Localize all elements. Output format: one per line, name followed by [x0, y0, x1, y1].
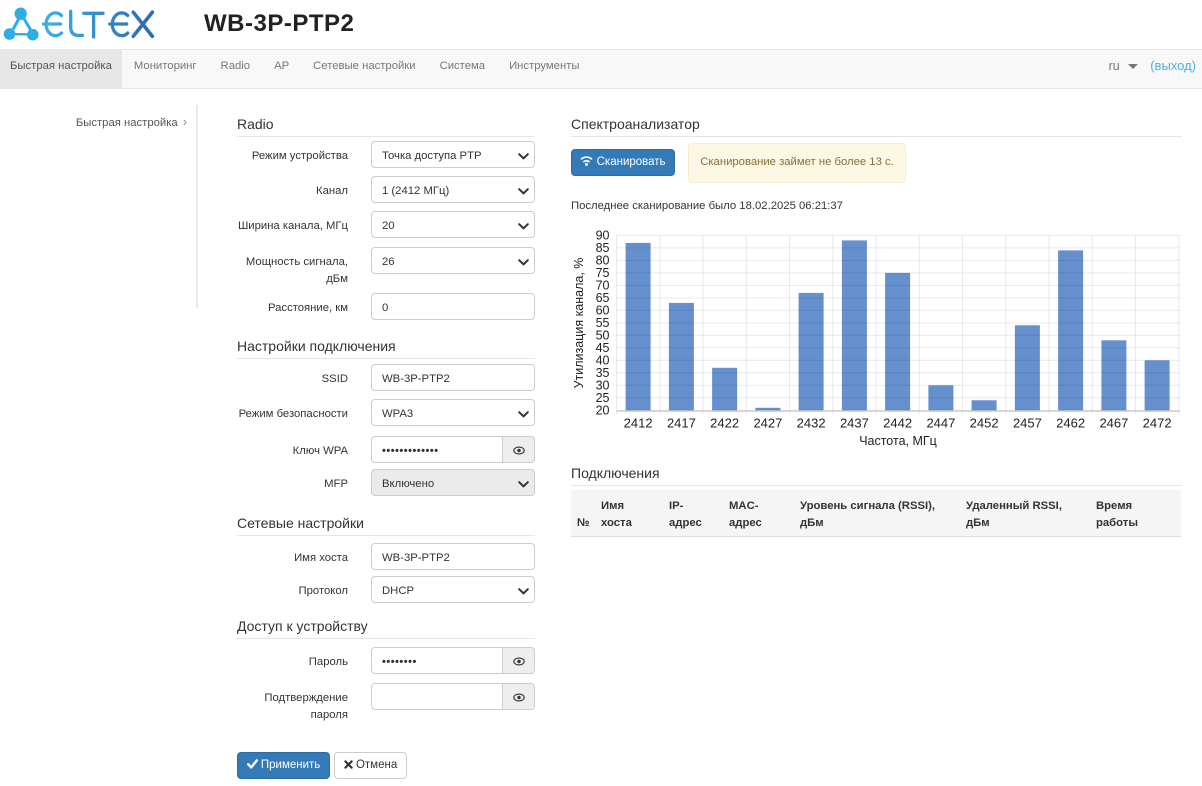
svg-text:2472: 2472 [1143, 415, 1172, 430]
svg-text:2427: 2427 [753, 415, 782, 430]
svg-text:2412: 2412 [624, 415, 653, 430]
svg-text:80: 80 [596, 254, 610, 268]
svg-text:2437: 2437 [840, 415, 869, 430]
svg-text:2447: 2447 [926, 415, 955, 430]
svg-text:70: 70 [596, 279, 610, 293]
svg-text:20: 20 [596, 404, 610, 418]
svg-text:2457: 2457 [1013, 415, 1042, 430]
svg-text:75: 75 [596, 266, 610, 280]
svg-text:Утилизация канала, %: Утилизация канала, % [572, 258, 586, 389]
svg-text:2467: 2467 [1099, 415, 1128, 430]
svg-text:40: 40 [596, 354, 610, 368]
svg-text:2417: 2417 [667, 415, 696, 430]
svg-text:50: 50 [596, 329, 610, 343]
svg-text:30: 30 [596, 379, 610, 393]
svg-text:2422: 2422 [710, 415, 739, 430]
svg-text:2442: 2442 [883, 415, 912, 430]
svg-text:45: 45 [596, 341, 610, 355]
svg-text:2462: 2462 [1056, 415, 1085, 430]
svg-text:85: 85 [596, 241, 610, 255]
svg-text:2452: 2452 [970, 415, 999, 430]
svg-text:Частота, МГц: Частота, МГц [859, 434, 937, 448]
svg-text:55: 55 [596, 316, 610, 330]
svg-text:65: 65 [596, 291, 610, 305]
svg-text:90: 90 [596, 229, 610, 243]
svg-text:35: 35 [596, 366, 610, 380]
svg-text:2432: 2432 [797, 415, 826, 430]
svg-text:60: 60 [596, 304, 610, 318]
svg-text:25: 25 [596, 391, 610, 405]
